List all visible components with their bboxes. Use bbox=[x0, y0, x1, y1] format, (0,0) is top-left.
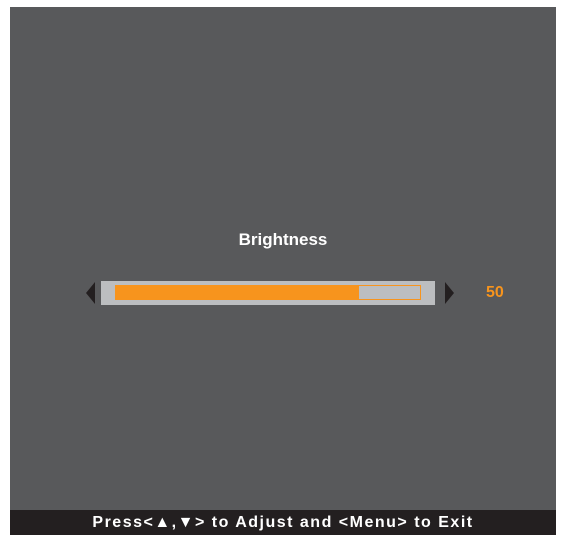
slider-level-frame bbox=[115, 285, 421, 300]
setting-value: 50 bbox=[486, 284, 504, 301]
brightness-slider[interactable] bbox=[101, 281, 435, 305]
slider-fill bbox=[116, 286, 360, 299]
instruction-bar: Press<▲,▼> to Adjust and <Menu> to Exit bbox=[10, 510, 556, 535]
osd-panel: Brightness 50 bbox=[10, 7, 556, 535]
left-arrow-icon[interactable] bbox=[86, 282, 95, 304]
right-arrow-icon[interactable] bbox=[445, 282, 454, 304]
setting-title: Brightness bbox=[238, 230, 328, 249]
